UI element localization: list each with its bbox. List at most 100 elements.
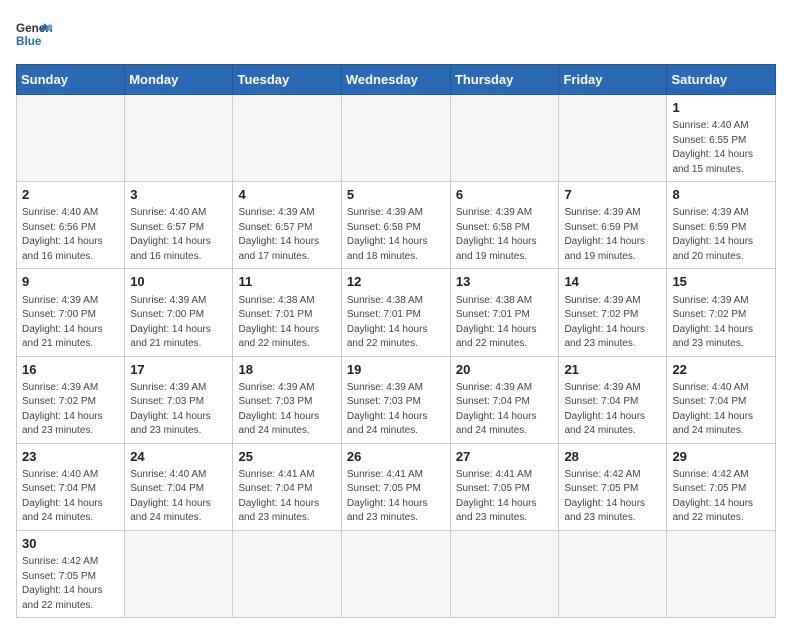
day-number: 6 bbox=[456, 186, 554, 204]
day-number: 14 bbox=[564, 273, 661, 291]
calendar-day-cell bbox=[233, 95, 341, 182]
calendar-day-cell: 20 Sunrise: 4:39 AM Sunset: 7:04 PM Dayli… bbox=[450, 356, 559, 443]
calendar-day-cell: 10Sunrise: 4:39 AM Sunset: 7:00 PM Dayli… bbox=[125, 269, 233, 356]
day-number: 17 bbox=[130, 361, 227, 379]
day-info: Sunrise: 4:39 AM Sunset: 6:59 PM Dayligh… bbox=[564, 206, 661, 264]
calendar-day-cell bbox=[450, 95, 559, 182]
day-number: 9 bbox=[22, 273, 119, 291]
day-number: 19 bbox=[347, 361, 445, 379]
calendar-day-cell: 13 Sunrise: 4:38 AM Sunset: 7:01 PM Dayli… bbox=[450, 269, 559, 356]
calendar-day-cell: 27 Sunrise: 4:41 AM Sunset: 7:05 PM Dayli… bbox=[450, 443, 559, 530]
day-number: 13 bbox=[456, 273, 554, 291]
day-number: 26 bbox=[347, 448, 445, 466]
day-number: 4 bbox=[238, 186, 335, 204]
day-number: 29 bbox=[672, 448, 770, 466]
day-info: Sunrise: 4:42 AM Sunset: 7:05 PM Dayligh… bbox=[564, 468, 661, 526]
day-number: 15 bbox=[672, 273, 770, 291]
day-number: 16 bbox=[22, 361, 119, 379]
calendar-day-cell: 11 Sunrise: 4:38 AM Sunset: 7:01 PM Dayli… bbox=[233, 269, 341, 356]
day-info: Sunrise: 4:39 AM Sunset: 6:57 PM Dayligh… bbox=[238, 206, 335, 264]
day-of-week-header: Friday bbox=[559, 65, 667, 95]
day-info: Sunrise: 4:40 AM Sunset: 6:55 PM Dayligh… bbox=[672, 119, 770, 177]
day-number: 18 bbox=[238, 361, 335, 379]
calendar-day-cell bbox=[233, 530, 341, 617]
day-info: Sunrise: 4:39 AM Sunset: 7:02 PM Dayligh… bbox=[564, 294, 661, 352]
day-of-week-header: Monday bbox=[125, 65, 233, 95]
day-number: 24 bbox=[130, 448, 227, 466]
day-of-week-header: Sunday bbox=[17, 65, 125, 95]
calendar-day-cell bbox=[125, 530, 233, 617]
day-info: Sunrise: 4:38 AM Sunset: 7:01 PM Dayligh… bbox=[347, 294, 445, 352]
calendar-day-cell: 16Sunrise: 4:39 AM Sunset: 7:02 PM Dayli… bbox=[17, 356, 125, 443]
calendar-day-cell: 15 Sunrise: 4:39 AM Sunset: 7:02 PM Dayli… bbox=[667, 269, 776, 356]
calendar-week-row: 2 Sunrise: 4:40 AM Sunset: 6:56 PM Daylig… bbox=[17, 182, 776, 269]
calendar-day-cell: 8 Sunrise: 4:39 AM Sunset: 6:59 PM Daylig… bbox=[667, 182, 776, 269]
day-info: Sunrise: 4:38 AM Sunset: 7:01 PM Dayligh… bbox=[238, 294, 335, 352]
day-number: 7 bbox=[564, 186, 661, 204]
day-info: Sunrise: 4:42 AM Sunset: 7:05 PM Dayligh… bbox=[672, 468, 770, 526]
calendar-day-cell: 17 Sunrise: 4:39 AM Sunset: 7:03 PM Dayli… bbox=[125, 356, 233, 443]
day-info: Sunrise: 4:39 AM Sunset: 7:00 PM Dayligh… bbox=[22, 294, 119, 352]
calendar-day-cell: 4 Sunrise: 4:39 AM Sunset: 6:57 PM Daylig… bbox=[233, 182, 341, 269]
calendar-header-row: SundayMondayTuesdayWednesdayThursdayFrid… bbox=[17, 65, 776, 95]
calendar-day-cell: 9 Sunrise: 4:39 AM Sunset: 7:00 PM Daylig… bbox=[17, 269, 125, 356]
calendar-day-cell: 18 Sunrise: 4:39 AM Sunset: 7:03 PM Dayli… bbox=[233, 356, 341, 443]
day-number: 3 bbox=[130, 186, 227, 204]
day-number: 28 bbox=[564, 448, 661, 466]
calendar-day-cell bbox=[667, 530, 776, 617]
day-info: Sunrise: 4:38 AM Sunset: 7:01 PM Dayligh… bbox=[456, 294, 554, 352]
day-info: Sunrise: 4:40 AM Sunset: 6:56 PM Dayligh… bbox=[22, 206, 119, 264]
calendar-day-cell bbox=[17, 95, 125, 182]
day-number: 5 bbox=[347, 186, 445, 204]
day-info: Sunrise: 4:39 AM Sunset: 7:04 PM Dayligh… bbox=[456, 381, 554, 439]
calendar-day-cell: 29 Sunrise: 4:42 AM Sunset: 7:05 PM Dayli… bbox=[667, 443, 776, 530]
calendar-day-cell: 19Sunrise: 4:39 AM Sunset: 7:03 PM Dayli… bbox=[341, 356, 450, 443]
day-info: Sunrise: 4:39 AM Sunset: 7:03 PM Dayligh… bbox=[238, 381, 335, 439]
day-number: 23 bbox=[22, 448, 119, 466]
day-info: Sunrise: 4:42 AM Sunset: 7:05 PM Dayligh… bbox=[22, 555, 119, 613]
calendar-day-cell: 6 Sunrise: 4:39 AM Sunset: 6:58 PM Daylig… bbox=[450, 182, 559, 269]
svg-text:Blue: Blue bbox=[16, 35, 42, 48]
day-of-week-header: Wednesday bbox=[341, 65, 450, 95]
calendar-day-cell bbox=[559, 95, 667, 182]
day-info: Sunrise: 4:39 AM Sunset: 6:59 PM Dayligh… bbox=[672, 206, 770, 264]
calendar-day-cell: 5 Sunrise: 4:39 AM Sunset: 6:58 PM Daylig… bbox=[341, 182, 450, 269]
calendar-day-cell: 2 Sunrise: 4:40 AM Sunset: 6:56 PM Daylig… bbox=[17, 182, 125, 269]
calendar-week-row: 9 Sunrise: 4:39 AM Sunset: 7:00 PM Daylig… bbox=[17, 269, 776, 356]
day-info: Sunrise: 4:40 AM Sunset: 7:04 PM Dayligh… bbox=[672, 381, 770, 439]
day-number: 10 bbox=[130, 273, 227, 291]
day-number: 27 bbox=[456, 448, 554, 466]
calendar-day-cell bbox=[559, 530, 667, 617]
calendar-week-row: 1 Sunrise: 4:40 AM Sunset: 6:55 PM Daylig… bbox=[17, 95, 776, 182]
calendar-day-cell: 21Sunrise: 4:39 AM Sunset: 7:04 PM Dayli… bbox=[559, 356, 667, 443]
day-number: 20 bbox=[456, 361, 554, 379]
day-number: 11 bbox=[238, 273, 335, 291]
calendar-day-cell: 28 Sunrise: 4:42 AM Sunset: 7:05 PM Dayli… bbox=[559, 443, 667, 530]
day-info: Sunrise: 4:41 AM Sunset: 7:05 PM Dayligh… bbox=[347, 468, 445, 526]
day-number: 22 bbox=[672, 361, 770, 379]
calendar-day-cell: 7 Sunrise: 4:39 AM Sunset: 6:59 PM Daylig… bbox=[559, 182, 667, 269]
calendar-day-cell: 12 Sunrise: 4:38 AM Sunset: 7:01 PM Dayli… bbox=[341, 269, 450, 356]
day-info: Sunrise: 4:39 AM Sunset: 7:03 PM Dayligh… bbox=[130, 381, 227, 439]
day-info: Sunrise: 4:39 AM Sunset: 6:58 PM Dayligh… bbox=[347, 206, 445, 264]
calendar-day-cell: 14 Sunrise: 4:39 AM Sunset: 7:02 PM Dayli… bbox=[559, 269, 667, 356]
calendar-week-row: 23 Sunrise: 4:40 AM Sunset: 7:04 PM Dayli… bbox=[17, 443, 776, 530]
calendar-day-cell bbox=[341, 95, 450, 182]
calendar-day-cell: 22 Sunrise: 4:40 AM Sunset: 7:04 PM Dayli… bbox=[667, 356, 776, 443]
day-info: Sunrise: 4:39 AM Sunset: 7:02 PM Dayligh… bbox=[672, 294, 770, 352]
day-info: Sunrise: 4:39 AM Sunset: 7:04 PM Dayligh… bbox=[564, 381, 661, 439]
day-number: 8 bbox=[672, 186, 770, 204]
day-info: Sunrise: 4:40 AM Sunset: 7:04 PM Dayligh… bbox=[130, 468, 227, 526]
day-info: Sunrise: 4:40 AM Sunset: 7:04 PM Dayligh… bbox=[22, 468, 119, 526]
calendar-day-cell bbox=[125, 95, 233, 182]
calendar-week-row: 30 Sunrise: 4:42 AM Sunset: 7:05 PM Dayli… bbox=[17, 530, 776, 617]
calendar-table: SundayMondayTuesdayWednesdayThursdayFrid… bbox=[16, 64, 776, 618]
calendar-week-row: 16Sunrise: 4:39 AM Sunset: 7:02 PM Dayli… bbox=[17, 356, 776, 443]
day-number: 30 bbox=[22, 535, 119, 553]
calendar-day-cell: 1 Sunrise: 4:40 AM Sunset: 6:55 PM Daylig… bbox=[667, 95, 776, 182]
day-number: 2 bbox=[22, 186, 119, 204]
day-number: 12 bbox=[347, 273, 445, 291]
day-number: 1 bbox=[672, 99, 770, 117]
day-info: Sunrise: 4:39 AM Sunset: 6:58 PM Dayligh… bbox=[456, 206, 554, 264]
day-info: Sunrise: 4:41 AM Sunset: 7:05 PM Dayligh… bbox=[456, 468, 554, 526]
